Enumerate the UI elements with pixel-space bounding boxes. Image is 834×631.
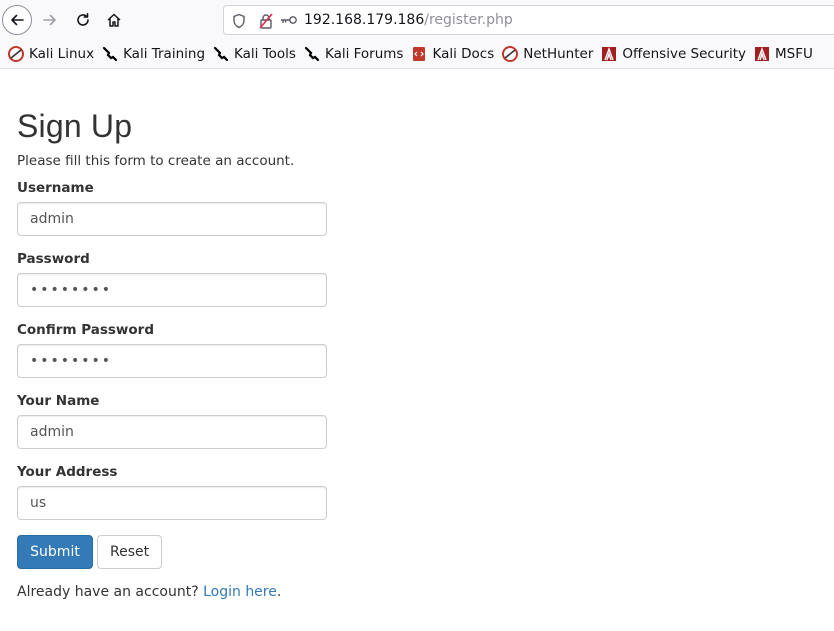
tracking-protection-shield-icon[interactable] [232, 13, 246, 29]
password-label: Password [17, 251, 90, 267]
kali-dragon-icon [102, 46, 118, 62]
url-text[interactable]: 192.168.179.186/register.php [304, 12, 513, 28]
login-prompt-text: Already have an account? [17, 584, 199, 600]
bookmark-kali-docs[interactable]: Kali Docs [411, 43, 494, 65]
bookmark-label: Offensive Security [622, 46, 746, 62]
bookmark-label: Kali Docs [432, 46, 495, 62]
address-bar[interactable]: 192.168.179.186/register.php [223, 5, 834, 35]
your-name-label: Your Name [17, 393, 100, 409]
bookmark-kali-forums[interactable]: Kali Forums [304, 43, 404, 65]
kali-linux-icon [8, 46, 24, 62]
forward-arrow-icon [43, 14, 56, 26]
submit-button[interactable]: Submit [17, 535, 93, 569]
home-icon [107, 13, 121, 27]
key-icon[interactable] [280, 15, 298, 25]
back-arrow-icon [11, 14, 24, 26]
reset-button[interactable]: Reset [97, 535, 162, 569]
bookmark-label: MSFU [775, 46, 813, 62]
confirm-password-label: Confirm Password [17, 322, 155, 338]
confirm-password-input[interactable] [17, 344, 327, 378]
insecure-lock-icon[interactable] [259, 13, 273, 29]
bookmark-msfu[interactable]: MSFU [754, 43, 813, 65]
home-button[interactable] [99, 5, 129, 35]
forward-button[interactable] [35, 5, 65, 35]
bookmark-kali-training[interactable]: Kali Training [102, 43, 205, 65]
bookmark-offensive-security[interactable]: Offensive Security [601, 43, 746, 65]
bookmarks-bar: Kali Linux Kali Training Kali Tools Kali… [0, 40, 834, 69]
bookmark-kali-tools[interactable]: Kali Tools [213, 43, 296, 65]
bookmark-label: NetHunter [523, 46, 594, 62]
bookmark-nethunter[interactable]: NetHunter [502, 43, 593, 65]
bookmark-kali-linux[interactable]: Kali Linux [8, 43, 94, 65]
page-title: Sign Up [17, 108, 133, 144]
your-name-input[interactable] [17, 415, 327, 449]
bookmark-label: Kali Linux [29, 46, 95, 62]
username-label: Username [17, 180, 94, 196]
url-path: /register.php [424, 12, 513, 28]
bookmark-label: Kali Tools [234, 46, 296, 62]
login-link[interactable]: Login here [203, 584, 277, 600]
your-address-input[interactable] [17, 486, 327, 520]
bookmark-label: Kali Training [123, 46, 206, 62]
kali-dragon-icon [213, 46, 229, 62]
back-button[interactable] [2, 5, 32, 35]
nethunter-icon [502, 46, 519, 62]
login-suffix: . [276, 584, 282, 600]
bookmark-label: Kali Forums [324, 46, 404, 62]
offsec-icon [755, 46, 769, 61]
offsec-icon [602, 46, 617, 61]
login-prompt: Already have an account? Login here. [17, 584, 281, 600]
kali-docs-icon [413, 47, 426, 61]
reload-icon [77, 13, 89, 26]
your-address-label: Your Address [17, 464, 118, 480]
kali-dragon-icon [304, 46, 320, 62]
page-subtitle: Please fill this form to create an accou… [17, 153, 295, 169]
password-input[interactable] [17, 273, 327, 307]
url-host: 192.168.179.186 [304, 12, 425, 28]
reload-button[interactable] [68, 5, 98, 35]
browser-toolbar: 192.168.179.186/register.php [0, 0, 834, 40]
username-input[interactable] [17, 202, 327, 236]
